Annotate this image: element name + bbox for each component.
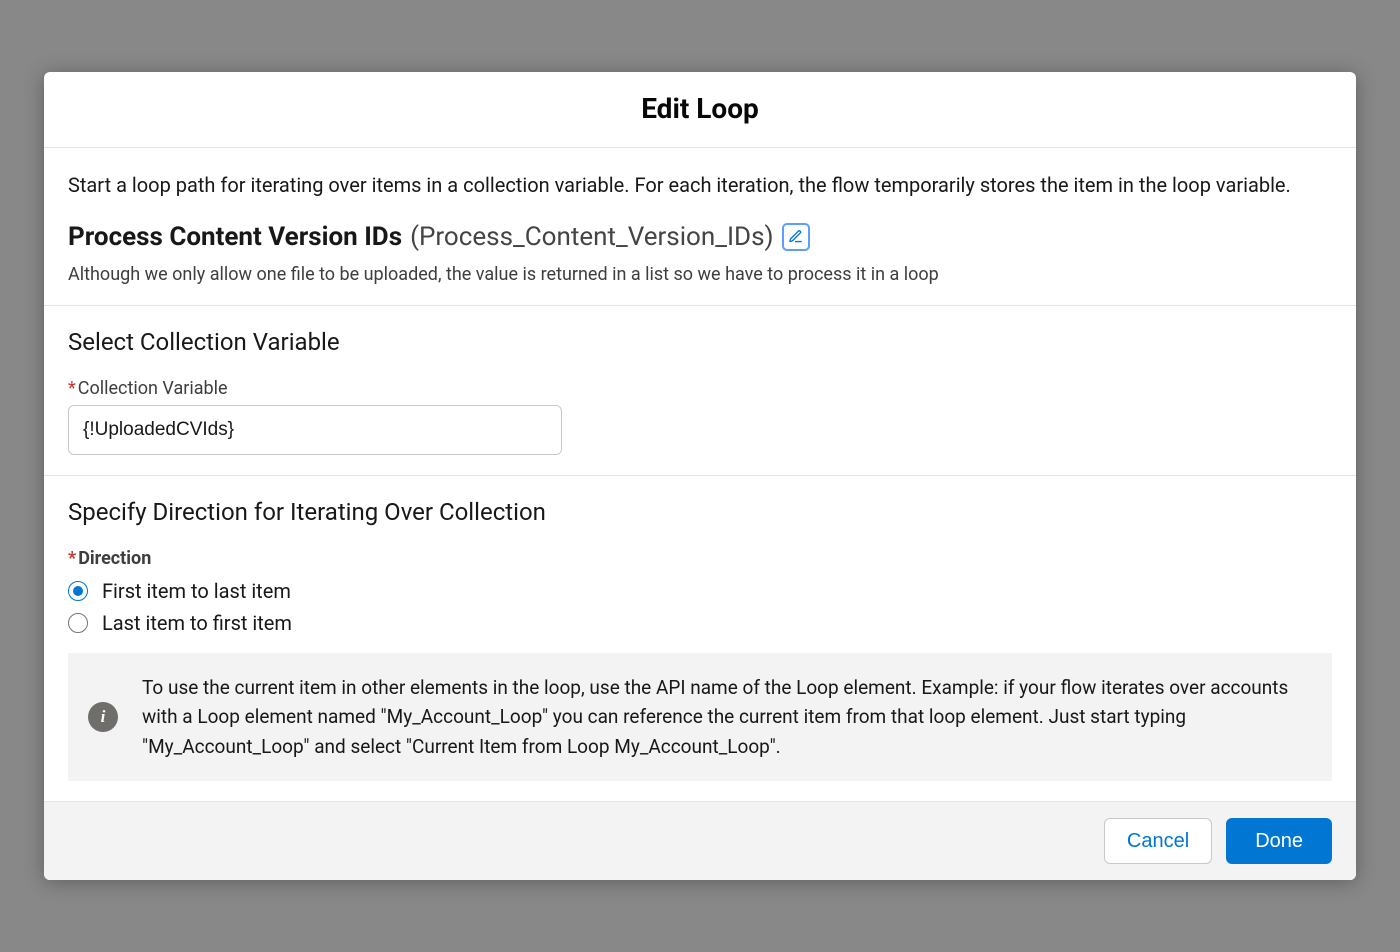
- info-text: To use the current item in other element…: [142, 673, 1304, 761]
- required-asterisk: *: [68, 548, 76, 569]
- modal-footer: Cancel Done: [44, 801, 1356, 880]
- intro-text: Start a loop path for iterating over ite…: [68, 170, 1332, 200]
- loop-label: Process Content Version IDs: [68, 222, 402, 252]
- modal-header: Edit Loop: [44, 72, 1356, 148]
- loop-description: Although we only allow one file to be up…: [68, 264, 1332, 285]
- modal-title: Edit Loop: [44, 92, 1356, 125]
- collection-section: Select Collection Variable *Collection V…: [44, 306, 1356, 476]
- required-asterisk: *: [68, 378, 76, 399]
- direction-group: *Direction First item to last item Last …: [68, 548, 1332, 635]
- direction-radio-last[interactable]: [68, 613, 88, 633]
- info-box: i To use the current item in other eleme…: [68, 653, 1332, 781]
- pencil-icon: [788, 229, 803, 244]
- direction-legend-text: Direction: [78, 548, 151, 569]
- direction-label-last: Last item to first item: [102, 611, 292, 635]
- done-button[interactable]: Done: [1226, 818, 1332, 864]
- direction-option-first[interactable]: First item to last item: [68, 579, 1332, 603]
- cancel-button[interactable]: Cancel: [1104, 818, 1212, 864]
- edit-label-button[interactable]: [782, 223, 810, 251]
- collection-heading: Select Collection Variable: [68, 328, 1332, 356]
- direction-label-first: First item to last item: [102, 579, 291, 603]
- direction-legend: *Direction: [68, 548, 1332, 569]
- direction-option-last[interactable]: Last item to first item: [68, 611, 1332, 635]
- intro-section: Start a loop path for iterating over ite…: [44, 148, 1356, 306]
- collection-variable-input[interactable]: [68, 405, 562, 455]
- edit-loop-modal: Edit Loop Start a loop path for iteratin…: [44, 72, 1356, 880]
- info-icon: i: [88, 702, 118, 732]
- collection-variable-label: *Collection Variable: [68, 378, 1332, 399]
- modal-body: Start a loop path for iterating over ite…: [44, 148, 1356, 801]
- collection-field-label-text: Collection Variable: [78, 378, 228, 399]
- direction-radio-first[interactable]: [68, 581, 88, 601]
- loop-api-name: (Process_Content_Version_IDs): [410, 222, 774, 252]
- label-row: Process Content Version IDs (Process_Con…: [68, 222, 1332, 252]
- direction-heading: Specify Direction for Iterating Over Col…: [68, 498, 1332, 526]
- direction-section: Specify Direction for Iterating Over Col…: [44, 476, 1356, 801]
